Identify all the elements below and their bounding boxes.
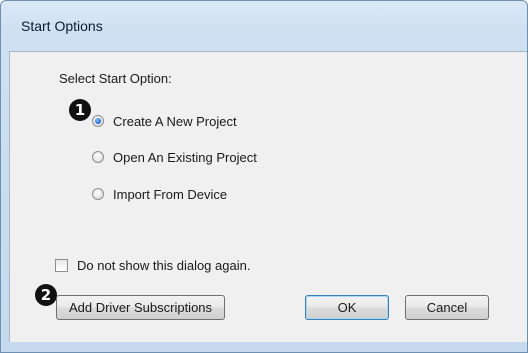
cancel-button[interactable]: Cancel xyxy=(405,295,489,320)
radio-button-icon[interactable] xyxy=(92,151,104,163)
ok-button[interactable]: OK xyxy=(305,295,389,320)
dialog-body: Select Start Option: 1 Create A New Proj… xyxy=(9,51,527,342)
radio-label-open-existing-project[interactable]: Open An Existing Project xyxy=(113,150,257,165)
callout-badge-2: 2 xyxy=(35,284,57,306)
add-driver-subscriptions-button[interactable]: Add Driver Subscriptions xyxy=(56,295,225,320)
select-start-option-label: Select Start Option: xyxy=(59,71,172,86)
title-bar[interactable]: Start Options xyxy=(1,1,527,51)
dont-show-again-label[interactable]: Do not show this dialog again. xyxy=(77,258,250,273)
radio-button-selected-icon[interactable] xyxy=(92,115,104,127)
start-options-window: Start Options Select Start Option: 1 Cre… xyxy=(0,0,528,353)
radio-button-icon[interactable] xyxy=(92,188,104,200)
callout-badge-1: 1 xyxy=(69,99,91,121)
radio-label-import-from-device[interactable]: Import From Device xyxy=(113,187,227,202)
checkbox-icon[interactable] xyxy=(55,259,68,272)
window-title: Start Options xyxy=(21,18,103,34)
radio-label-create-new-project[interactable]: Create A New Project xyxy=(113,114,237,129)
